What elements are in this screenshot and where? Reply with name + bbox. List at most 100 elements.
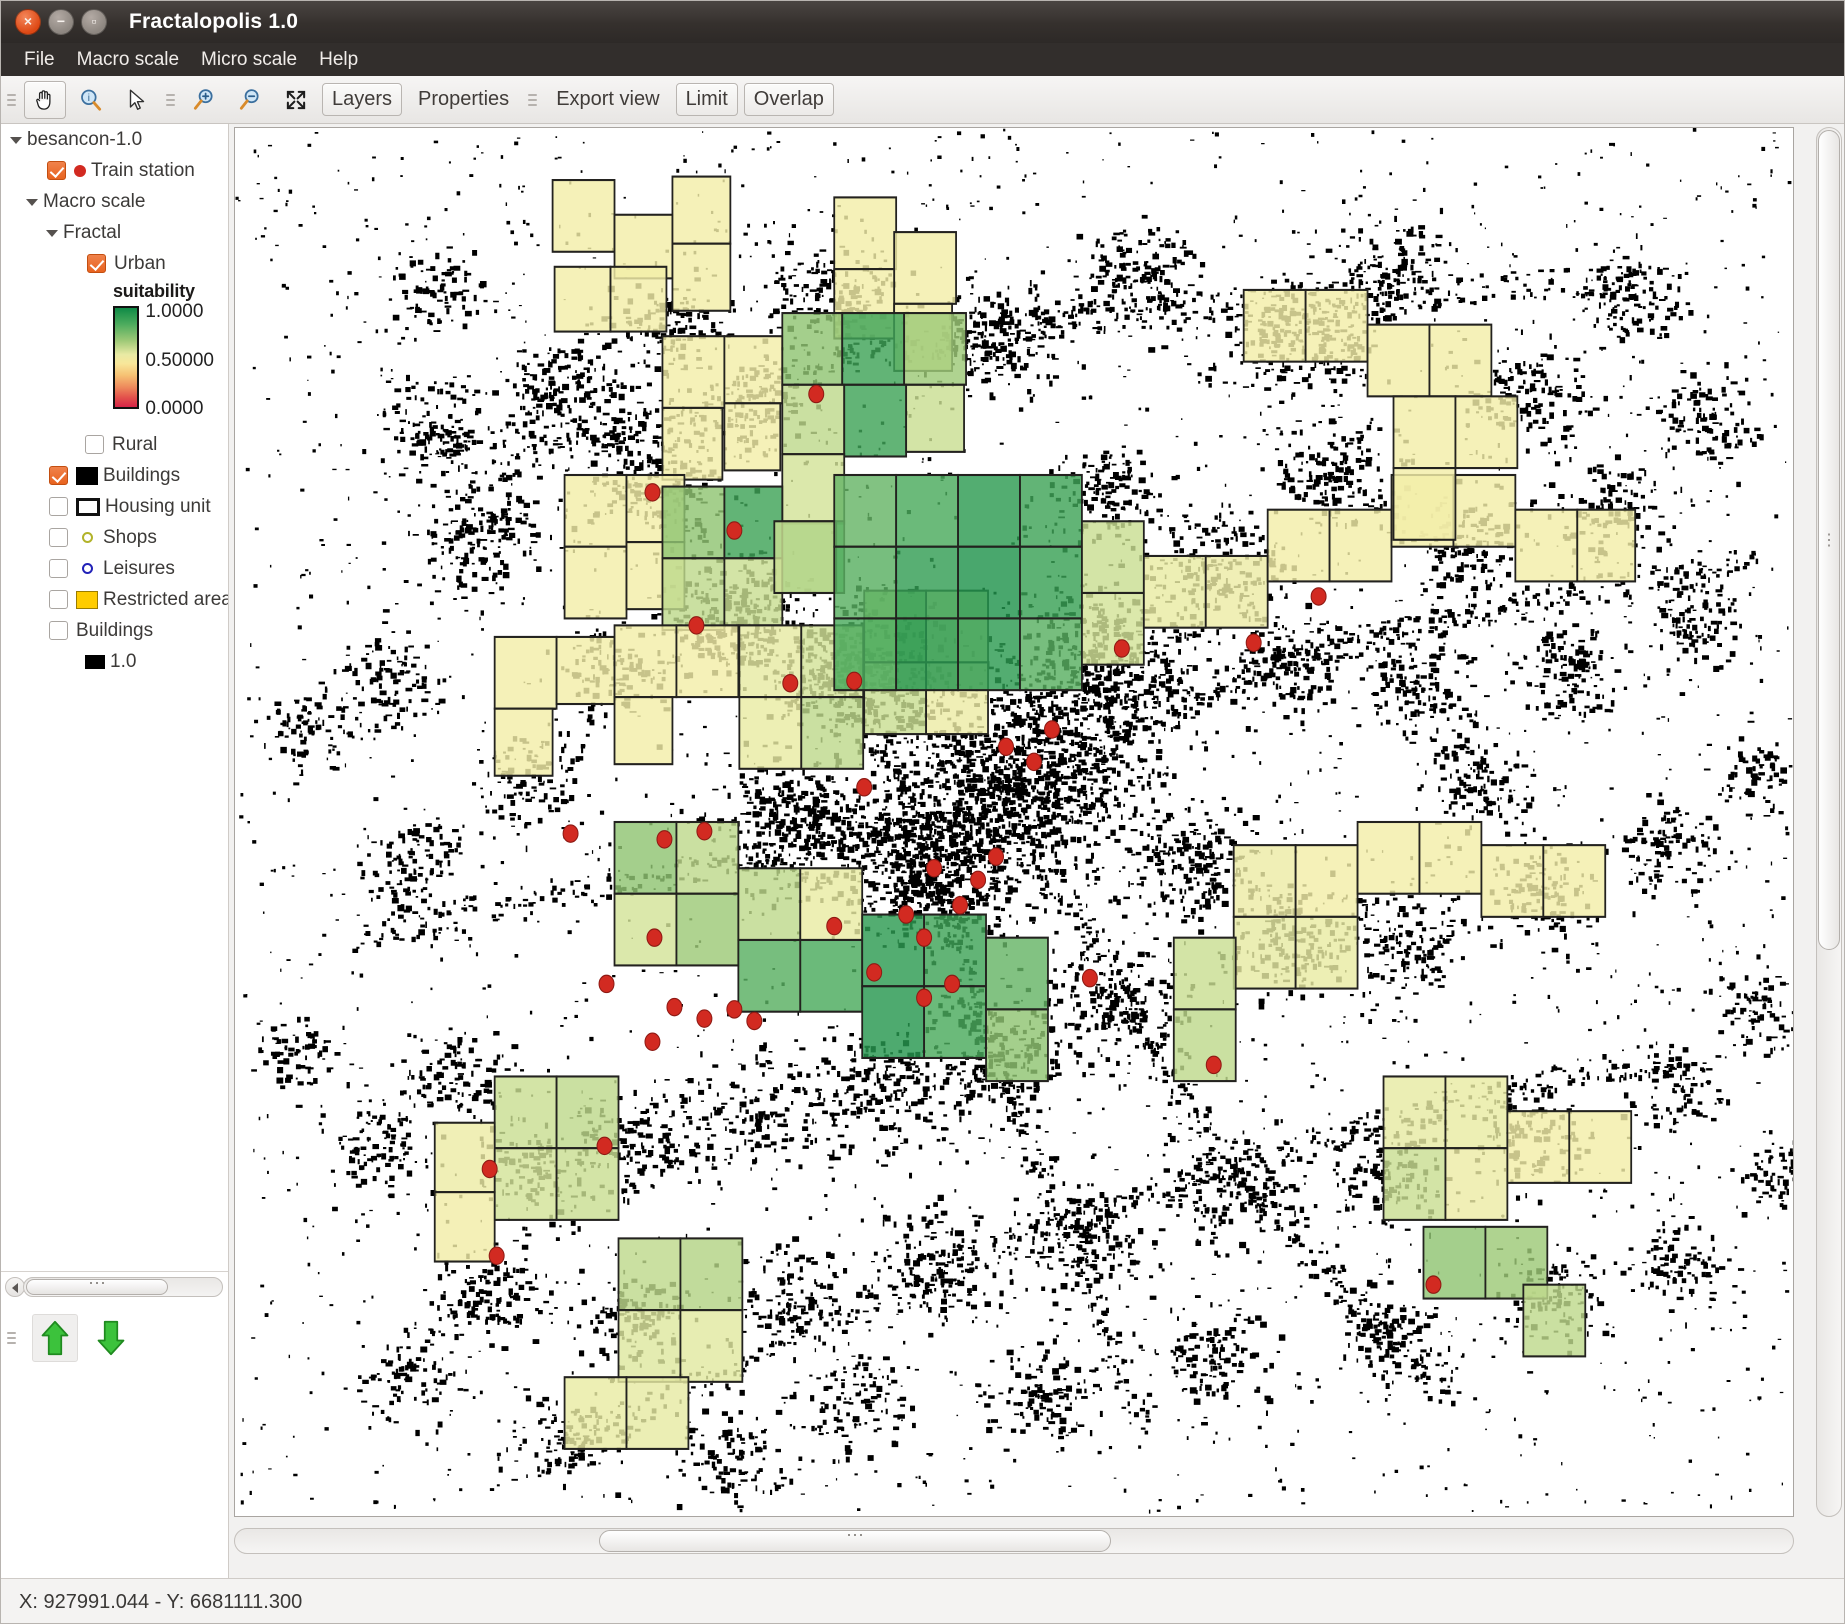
map-horizontal-scrollbar[interactable] xyxy=(234,1528,1794,1554)
fractal-cell[interactable] xyxy=(662,487,724,559)
train-station-marker[interactable] xyxy=(667,998,682,1015)
train-station-marker[interactable] xyxy=(1426,1276,1441,1293)
train-station-marker[interactable] xyxy=(563,825,578,842)
train-station-marker[interactable] xyxy=(783,675,798,692)
sidebar-scroll-track[interactable] xyxy=(23,1277,223,1297)
train-station-marker[interactable] xyxy=(747,1012,762,1029)
fractal-cell[interactable] xyxy=(782,313,842,385)
train-station-marker[interactable] xyxy=(927,860,942,877)
fractal-cell[interactable] xyxy=(676,625,738,697)
fractal-cell[interactable] xyxy=(1384,1076,1446,1148)
toolbar-grip-2[interactable] xyxy=(166,87,175,113)
fractal-cell[interactable] xyxy=(1296,917,1358,989)
fractal-cell[interactable] xyxy=(1419,822,1481,894)
fractal-cell[interactable] xyxy=(896,547,958,619)
scroll-left-icon[interactable] xyxy=(5,1277,25,1297)
fractal-cell[interactable] xyxy=(801,697,863,769)
fractal-cell[interactable] xyxy=(680,1310,742,1382)
fractal-cell[interactable] xyxy=(1577,510,1635,582)
fractal-cell[interactable] xyxy=(844,385,906,457)
fractal-cell[interactable] xyxy=(1543,845,1605,917)
close-window-button[interactable]: × xyxy=(15,9,41,35)
map-vertical-scrollbar[interactable] xyxy=(1816,127,1842,1517)
train-station-marker[interactable] xyxy=(1206,1056,1221,1073)
toolbar-grip-3[interactable] xyxy=(528,87,537,113)
train-station-marker[interactable] xyxy=(989,848,1004,865)
menu-file[interactable]: File xyxy=(13,47,66,73)
menu-help[interactable]: Help xyxy=(308,47,369,73)
tree-item-buildings-2[interactable]: Buildings xyxy=(1,615,229,646)
fractal-cell[interactable] xyxy=(1453,475,1515,547)
fractal-cell[interactable] xyxy=(924,986,986,1058)
tree-item-rural[interactable]: Rural xyxy=(1,429,229,460)
map-vertical-scroll-thumb[interactable] xyxy=(1818,130,1840,950)
train-station-marker[interactable] xyxy=(857,779,872,796)
fractal-cell[interactable] xyxy=(800,940,862,1012)
train-station-marker[interactable] xyxy=(482,1160,497,1177)
train-station-marker[interactable] xyxy=(971,871,986,888)
buildings-checkbox[interactable] xyxy=(49,466,68,485)
fractal-cell[interactable] xyxy=(1368,325,1430,397)
train-station-marker[interactable] xyxy=(953,897,968,914)
train-station-marker[interactable] xyxy=(657,831,672,848)
shops-checkbox[interactable] xyxy=(49,528,68,547)
fractal-cell[interactable] xyxy=(676,894,738,966)
fractal-cell[interactable] xyxy=(834,197,896,269)
fractal-cell[interactable] xyxy=(619,1238,681,1310)
fractal-cell[interactable] xyxy=(1330,510,1392,582)
fractal-cell[interactable] xyxy=(495,709,553,776)
fractal-cell[interactable] xyxy=(1082,593,1144,665)
fractal-cell[interactable] xyxy=(1507,1111,1569,1183)
train-station-marker[interactable] xyxy=(945,975,960,992)
train-station-checkbox[interactable] xyxy=(47,161,66,180)
tree-item-macro-scale[interactable]: Macro scale xyxy=(1,186,229,217)
fractal-cell[interactable] xyxy=(1445,1148,1507,1220)
fractal-cell[interactable] xyxy=(958,475,1020,547)
tree-item-urban[interactable]: Urban xyxy=(1,248,229,279)
fractal-cell[interactable] xyxy=(615,697,673,764)
fractal-cell[interactable] xyxy=(834,618,896,690)
fractal-cell[interactable] xyxy=(724,336,782,403)
pan-tool-button[interactable] xyxy=(24,81,66,119)
train-station-marker[interactable] xyxy=(1114,640,1129,657)
train-station-marker[interactable] xyxy=(917,929,932,946)
fractal-cell[interactable] xyxy=(1206,556,1268,628)
buildings-2-checkbox[interactable] xyxy=(49,621,68,640)
minimize-window-button[interactable]: − xyxy=(48,9,74,35)
fractal-cell[interactable] xyxy=(565,475,627,547)
fractal-cell[interactable] xyxy=(894,232,956,304)
fractal-cell[interactable] xyxy=(1384,1148,1446,1220)
fractal-cell[interactable] xyxy=(1082,521,1144,593)
fractal-cell[interactable] xyxy=(958,618,1020,690)
zoom-full-extent-button[interactable] xyxy=(275,81,317,119)
layer-toolbar-grip[interactable] xyxy=(7,1325,16,1351)
train-station-marker[interactable] xyxy=(489,1247,504,1264)
fractal-cell[interactable] xyxy=(553,180,615,252)
limit-button[interactable]: Limit xyxy=(676,83,738,116)
fractal-cell[interactable] xyxy=(680,1238,742,1310)
zoom-out-button[interactable] xyxy=(229,81,271,119)
fractal-cell[interactable] xyxy=(565,1377,627,1449)
train-station-marker[interactable] xyxy=(1026,753,1041,770)
train-station-marker[interactable] xyxy=(917,989,932,1006)
sidebar-horizontal-scrollbar[interactable] xyxy=(5,1274,223,1300)
train-station-marker[interactable] xyxy=(597,1137,612,1154)
fractal-cell[interactable] xyxy=(1445,1076,1507,1148)
train-station-marker[interactable] xyxy=(645,484,660,501)
fractal-cell[interactable] xyxy=(774,521,836,593)
move-layer-up-button[interactable] xyxy=(32,1314,78,1362)
fractal-cell[interactable] xyxy=(1515,510,1577,582)
fractal-cell[interactable] xyxy=(1020,547,1082,619)
fractal-cell[interactable] xyxy=(1306,290,1368,362)
train-station-marker[interactable] xyxy=(645,1033,660,1050)
fractal-cell[interactable] xyxy=(834,475,896,547)
train-station-marker[interactable] xyxy=(847,672,862,689)
toolbar-grip-1[interactable] xyxy=(7,87,16,113)
overlap-button[interactable]: Overlap xyxy=(744,83,834,116)
train-station-marker[interactable] xyxy=(697,1010,712,1027)
fractal-cell[interactable] xyxy=(626,1377,688,1449)
fractal-cell[interactable] xyxy=(906,385,964,452)
fractal-cell[interactable] xyxy=(986,1009,1048,1081)
train-station-marker[interactable] xyxy=(689,617,704,634)
fractal-cell[interactable] xyxy=(557,1076,619,1148)
